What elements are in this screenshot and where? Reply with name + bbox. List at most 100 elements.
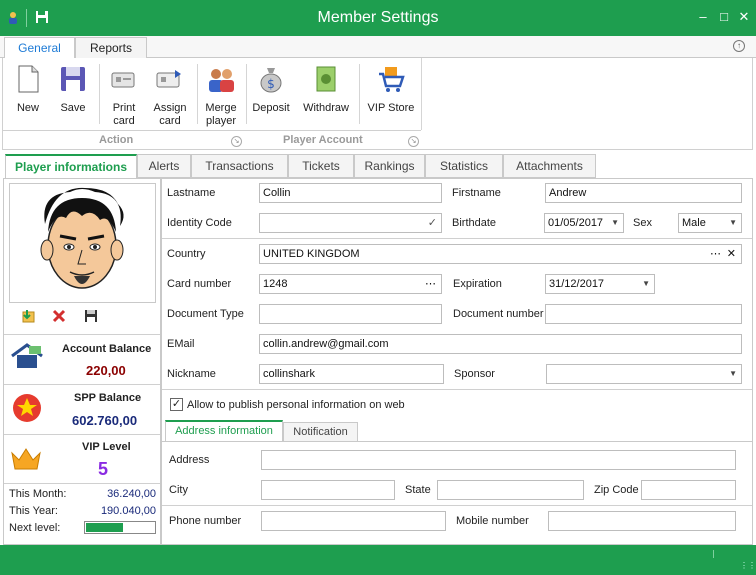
deposit-button[interactable]: $ Deposit [250,60,292,115]
birthdate-value: 01/05/2017 [548,217,604,229]
ribbon-separator [246,64,247,124]
expiration-field[interactable]: 31/12/2017 ▼ [545,274,655,294]
address-label: Address [169,454,210,466]
ribbon-tab-bar: General Reports ↑ [0,36,756,60]
load-photo-icon[interactable] [22,309,36,323]
phone-number-field[interactable] [261,511,446,531]
tab-reports[interactable]: Reports [75,37,147,59]
sponsor-label: Sponsor [454,368,495,380]
tab-address-information[interactable]: Address information [165,420,283,442]
group-label-action: Action [99,134,134,146]
mobile-number-label: Mobile number [456,515,529,527]
save-photo-icon[interactable] [84,309,98,323]
next-level-progress-bar [84,521,156,534]
country-field[interactable]: UNITED KINGDOM ⋯ ✕ [259,244,742,264]
country-browse-icon[interactable]: ⋯ [710,245,721,263]
assign-card-icon [156,70,181,88]
ribbon-separator [359,64,360,124]
phone-number-label: Phone number [169,515,242,527]
minimize-button[interactable]: – [695,9,711,25]
merge-player-button[interactable]: Merge player [201,60,241,128]
next-level-progress-fill [86,523,124,532]
email-label: EMail [167,338,195,350]
this-year-value: 190.040,00 [100,505,156,517]
divider [162,505,752,506]
tab-tickets[interactable]: Tickets [288,154,354,178]
next-level-label: Next level: [9,522,61,534]
tab-transactions[interactable]: Transactions [191,154,288,178]
collapse-ribbon-icon[interactable]: ↑ [733,40,745,52]
country-clear-icon[interactable]: ✕ [727,245,736,263]
sex-dropdown-icon[interactable]: ▼ [729,214,737,232]
print-card-icon [111,72,135,88]
action-expand-icon[interactable]: ↘ [231,136,242,147]
address-field[interactable] [261,450,736,470]
sex-label: Sex [633,217,652,229]
withdraw-button[interactable]: Withdraw [299,60,353,115]
delete-photo-icon[interactable] [52,309,66,323]
tab-notification[interactable]: Notification [283,422,358,442]
player-details-panel: Lastname Collin Firstname Andrew Identit… [161,178,753,545]
tab-rankings[interactable]: Rankings [354,154,425,178]
sex-select[interactable]: Male ▼ [678,213,742,233]
group-label-player-account: Player Account [283,134,363,146]
email-field[interactable]: collin.andrew@gmail.com [259,334,742,354]
country-label: Country [167,248,206,260]
tab-statistics[interactable]: Statistics [425,154,503,178]
state-field[interactable] [437,480,584,500]
divider [4,384,160,385]
avatar[interactable] [9,183,156,303]
resize-grip-icon[interactable]: ⋮⋮ [740,561,756,570]
nickname-field[interactable]: collinshark [259,364,444,384]
identity-code-field[interactable]: ✓ [259,213,442,233]
tab-attachments[interactable]: Attachments [503,154,596,178]
tab-alerts[interactable]: Alerts [137,154,191,178]
new-button[interactable]: New [9,60,47,115]
publish-checkbox[interactable]: ✓ [170,398,183,411]
document-number-label: Document number [453,308,544,320]
card-number-label: Card number [167,278,232,290]
expiration-label: Expiration [453,278,502,290]
card-browse-icon[interactable]: ⋯ [425,275,436,293]
svg-text:$: $ [267,77,275,91]
birthdate-field[interactable]: 01/05/2017 ▼ [544,213,624,233]
birthdate-dropdown-icon[interactable]: ▼ [611,214,619,232]
account-balance-icon [11,343,43,368]
document-type-label: Document Type [167,308,244,320]
spp-balance-value: 602.760,00 [72,413,138,428]
status-bar: ⋮⋮ [0,545,756,575]
print-card-button[interactable]: Print card [105,60,143,128]
assign-card-button[interactable]: Assign card [150,60,190,128]
divider [162,238,752,239]
tab-player-informations[interactable]: Player informations [5,154,137,179]
vip-store-button[interactable]: VIP Store [365,60,417,115]
ribbon: New Save Print card Assign card Merge pl… [2,58,753,150]
save-ribbon-button[interactable]: Save [54,60,92,115]
player-account-expand-icon[interactable]: ↘ [408,136,419,147]
validate-check-icon[interactable]: ✓ [428,214,437,232]
card-number-field[interactable]: 1248 ⋯ [259,274,442,294]
lastname-field[interactable]: Collin [259,183,442,203]
title-bar: Member Settings – □ ✕ [0,0,756,36]
sponsor-dropdown-icon[interactable]: ▼ [729,365,737,383]
document-number-field[interactable] [545,304,742,324]
account-balance-value: 220,00 [86,363,126,378]
this-month-value: 36.240,00 [107,488,156,500]
vip-level-label: VIP Level [82,441,131,453]
sponsor-select[interactable]: ▼ [546,364,742,384]
document-type-field[interactable] [259,304,442,324]
expiration-dropdown-icon[interactable]: ▼ [642,275,650,293]
city-field[interactable] [261,480,395,500]
divider [4,434,160,435]
zip-code-label: Zip Code [594,484,639,496]
zip-code-field[interactable] [641,480,736,500]
maximize-button[interactable]: □ [716,9,732,25]
vip-level-value: 5 [98,459,109,479]
close-button[interactable]: ✕ [736,9,752,25]
lastname-label: Lastname [167,187,216,199]
tab-general[interactable]: General [4,37,75,60]
mobile-number-field[interactable] [548,511,736,531]
spp-star-icon [13,394,41,422]
publish-label: Allow to publish personal information on… [187,399,405,411]
firstname-field[interactable]: Andrew [545,183,742,203]
